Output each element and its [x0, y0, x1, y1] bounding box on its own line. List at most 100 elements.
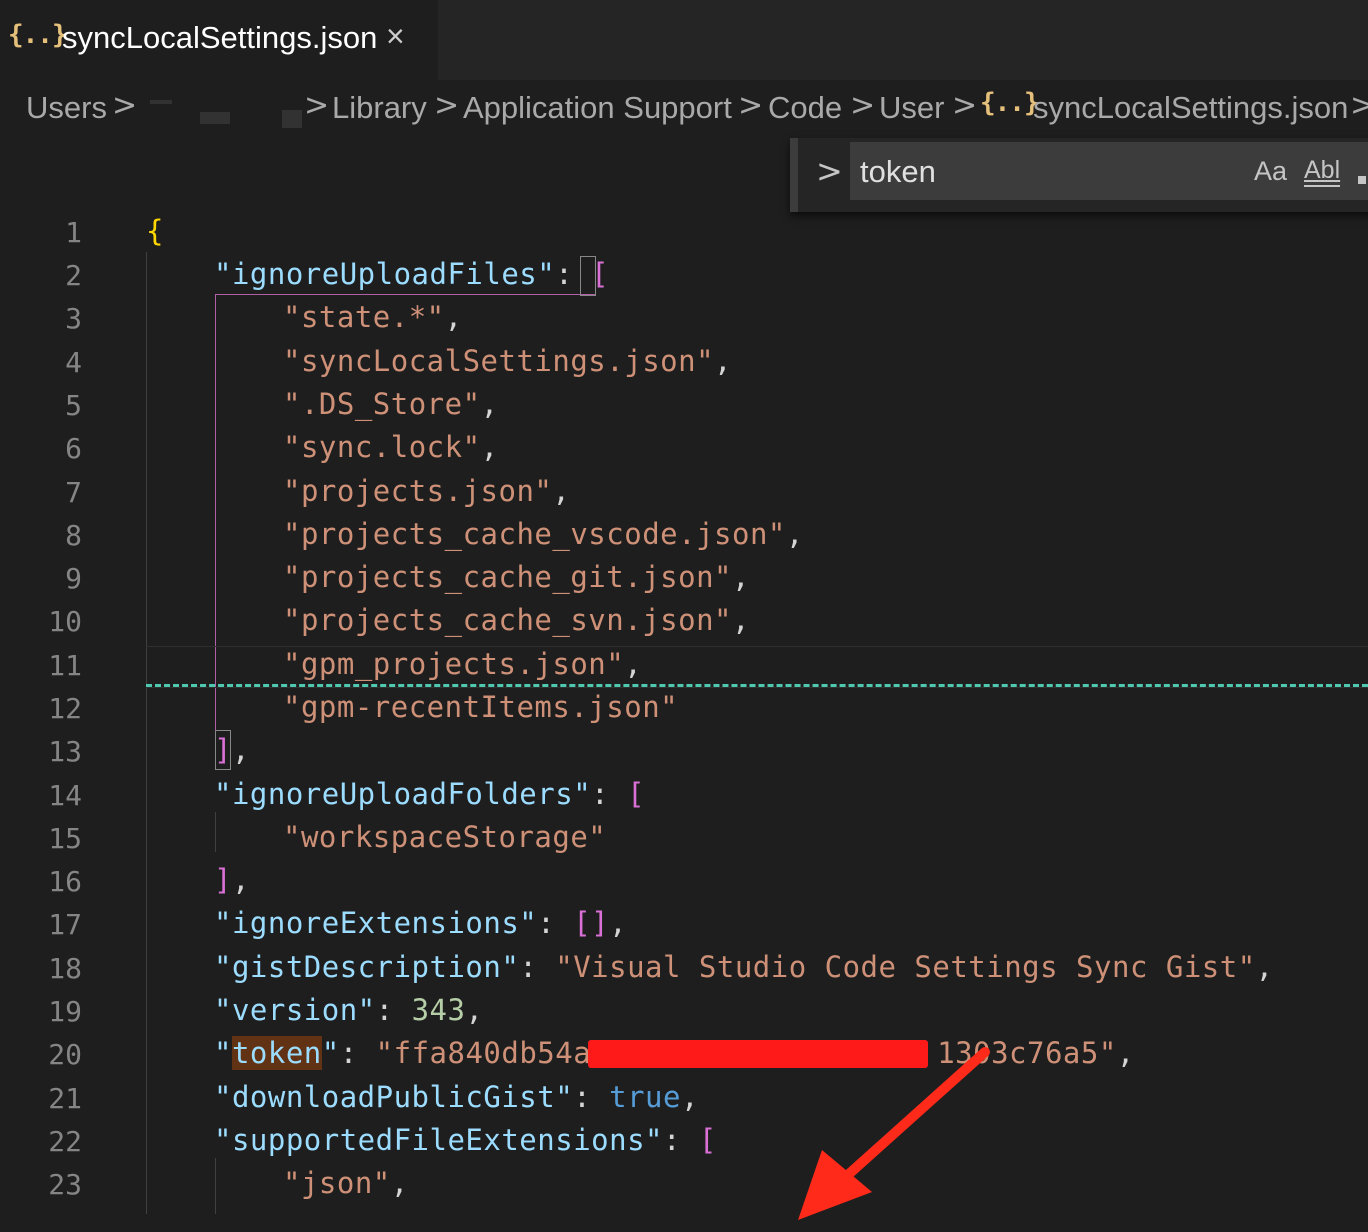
- token-comma: ,: [680, 1080, 699, 1114]
- token-comma: ,: [1255, 950, 1274, 984]
- whole-word-icon[interactable]: Abl: [1304, 156, 1341, 187]
- token-string: "sync.lock": [283, 430, 481, 464]
- code-line-12: "gpm-recentItems.json": [283, 690, 678, 724]
- line-number: 11: [48, 649, 82, 682]
- regex-icon[interactable]: [1358, 176, 1366, 184]
- line-number: 8: [65, 519, 82, 552]
- code-line-17: "ignoreExtensions": [],: [214, 906, 627, 940]
- close-icon[interactable]: ×: [386, 18, 405, 55]
- token-comma: ,: [785, 517, 804, 551]
- line-number: 1: [65, 216, 82, 249]
- token-string: "projects_cache_svn.json": [283, 603, 732, 637]
- redacted-username: [282, 110, 302, 128]
- token-key: "version": [214, 993, 376, 1027]
- chevron-right-icon: >: [1350, 88, 1368, 123]
- token-string: "gpm_projects.json": [283, 647, 625, 681]
- code-line-3: "state.*",: [283, 300, 463, 334]
- breadcrumb-item-users[interactable]: Users: [26, 90, 107, 126]
- token-comma: ,: [480, 430, 499, 464]
- token-string: "gpm-recentItems.json": [283, 690, 679, 724]
- line-number: 16: [48, 865, 82, 898]
- code-line-6: "sync.lock",: [283, 430, 499, 464]
- line-number: 12: [48, 692, 82, 725]
- indent-guide: [215, 812, 216, 852]
- find-widget: > token Aa Abl: [790, 138, 1368, 212]
- token-bracket: [: [698, 1123, 717, 1157]
- line-number: 18: [48, 952, 82, 985]
- code-line-4: "syncLocalSettings.json",: [283, 344, 732, 378]
- token-comma: ,: [480, 387, 499, 421]
- tab-synclocalsettings[interactable]: {..} syncLocalSettings.json ×: [0, 0, 438, 80]
- match-case-icon[interactable]: Aa: [1254, 156, 1287, 187]
- token-comma: ,: [1116, 1036, 1135, 1070]
- chevron-right-icon: >: [738, 88, 764, 123]
- code-line-23: "json",: [283, 1166, 409, 1200]
- token-string: "projects_cache_vscode.json": [283, 517, 786, 551]
- breadcrumb-item-code[interactable]: Code: [768, 90, 842, 126]
- line-number: 6: [65, 432, 82, 465]
- token-key: "gistDescription": [214, 950, 520, 984]
- token-string: "Visual Studio Code Settings Sync Gist": [555, 950, 1256, 984]
- token-quote: ": [214, 1036, 232, 1070]
- line-number: 9: [65, 562, 82, 595]
- token-comma: ,: [465, 993, 484, 1027]
- chevron-right-icon: >: [434, 88, 460, 123]
- toggle-replace-chevron-icon[interactable]: >: [816, 152, 843, 190]
- token-comma: ,: [390, 1166, 409, 1200]
- token-comma: ,: [231, 863, 250, 897]
- code-line-14: "ignoreUploadFolders": [: [214, 777, 645, 811]
- token-number: 343: [411, 993, 466, 1027]
- line-number: 23: [48, 1168, 82, 1201]
- breadcrumb-item-application-support[interactable]: Application Support: [463, 90, 732, 126]
- token-colon: :: [537, 906, 574, 940]
- find-input[interactable]: token Aa Abl: [850, 142, 1368, 200]
- token-comma: ,: [732, 560, 750, 594]
- token-string: ".DS_Store": [283, 387, 481, 421]
- token-bracket: []: [573, 906, 610, 940]
- line-number: 7: [65, 476, 82, 509]
- token-comma: ,: [732, 603, 750, 637]
- code-line-11: "gpm_projects.json",: [283, 647, 642, 681]
- code-line-18: "gistDescription": "Visual Studio Code S…: [214, 950, 1274, 984]
- code-line-2: "ignoreUploadFiles": [: [214, 257, 609, 291]
- line-number: 15: [48, 822, 82, 855]
- code-line-16: ],: [214, 863, 250, 897]
- code-line-1: {: [146, 214, 164, 248]
- inline-diff-marker: [146, 684, 1368, 687]
- tab-title: syncLocalSettings.json: [62, 20, 378, 55]
- code-line-19: "version": 343,: [214, 993, 483, 1027]
- token-comma: ,: [624, 647, 643, 681]
- token-comma: ,: [714, 344, 732, 378]
- line-number: 10: [48, 605, 82, 638]
- tab-bar: {..} syncLocalSettings.json ×: [0, 0, 1368, 80]
- token-key: "supportedFileExtensions": [214, 1123, 663, 1157]
- token-key: "ignoreExtensions": [214, 906, 538, 940]
- line-number: 3: [65, 302, 82, 335]
- token-boolean: true: [609, 1080, 681, 1114]
- line-number: 5: [65, 389, 82, 422]
- token-string: "state.*": [283, 300, 445, 334]
- indent-guide: [146, 252, 147, 1214]
- indent-guide: [215, 1158, 216, 1214]
- token-string: "ffa840db54a: [375, 1036, 592, 1070]
- chevron-right-icon: >: [850, 88, 876, 123]
- line-number: 4: [65, 346, 82, 379]
- token-colon: :: [339, 1036, 376, 1070]
- line-number: 14: [48, 779, 82, 812]
- find-query-text: token: [860, 154, 936, 189]
- token-colon: :: [591, 777, 628, 811]
- annotation-arrow-icon: [798, 1047, 990, 1220]
- code-line-22: "supportedFileExtensions": [: [214, 1123, 717, 1157]
- code-editor[interactable]: 1 2 3 4 5 6 7 8 9 10 11 12 13 14 15 16 1…: [0, 212, 1368, 1220]
- breadcrumb-item-library[interactable]: Library: [332, 90, 427, 126]
- code-line-9: "projects_cache_git.json",: [283, 560, 750, 594]
- breadcrumb-item-user[interactable]: User: [879, 90, 944, 126]
- breadcrumb: Users > > Library > Application Support …: [0, 80, 1368, 138]
- redacted-username: [150, 100, 172, 104]
- code-line-15: "workspaceStorage": [283, 820, 606, 854]
- breadcrumb-item-file[interactable]: syncLocalSettings.json: [1033, 90, 1348, 126]
- search-match-token: token: [231, 1036, 322, 1070]
- token-string: "workspaceStorage": [283, 820, 607, 854]
- token-colon: :: [375, 993, 412, 1027]
- line-number: 2: [65, 259, 82, 292]
